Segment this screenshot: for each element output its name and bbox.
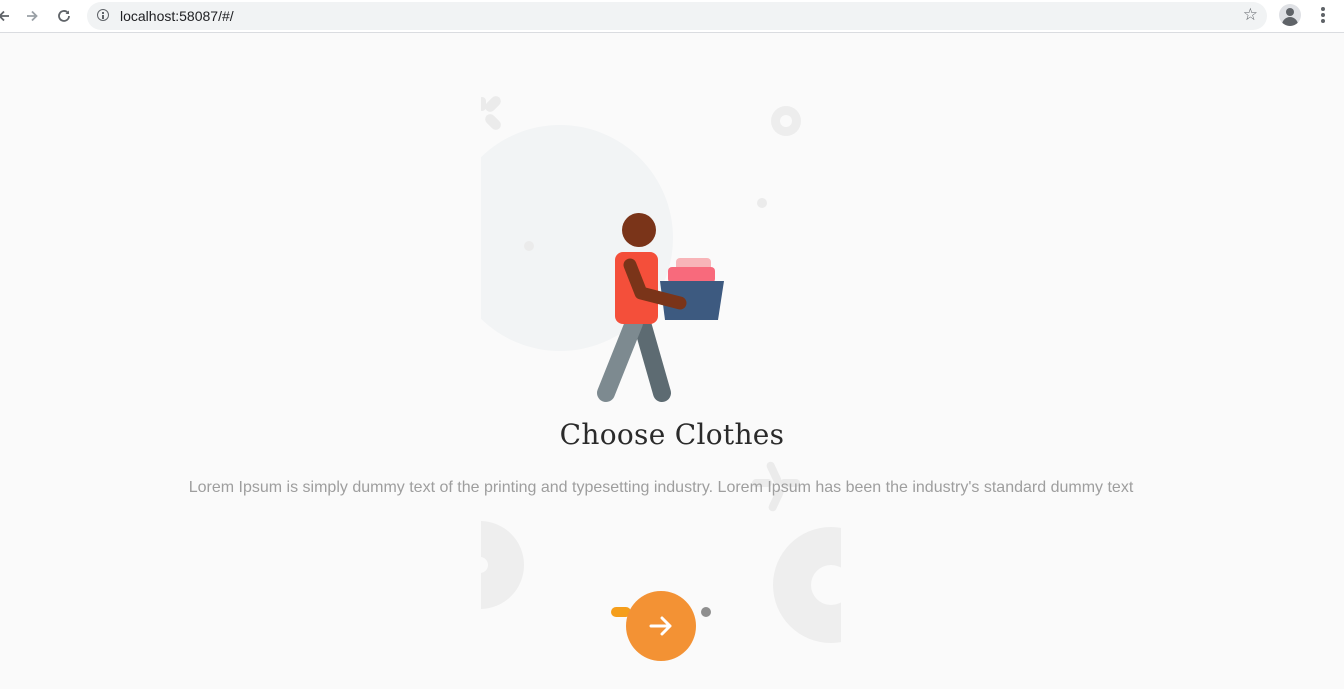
info-icon[interactable]: [97, 9, 109, 21]
url-text[interactable]: localhost:58087/#/: [120, 8, 234, 24]
pagination-dot[interactable]: [701, 607, 711, 617]
star-icon[interactable]: ☆: [1243, 5, 1258, 25]
more-vert-icon[interactable]: [1318, 7, 1328, 25]
account-icon[interactable]: [1279, 4, 1301, 26]
slide-description: Lorem Ipsum is simply dummy text of the …: [188, 479, 1134, 496]
arrow-right-icon: [27, 10, 38, 22]
forward-button[interactable]: [20, 4, 44, 28]
browser-toolbar: localhost:58087/#/ ☆: [0, 0, 1344, 33]
arrow-right-icon: [649, 616, 672, 636]
laundry-illustration: [481, 96, 841, 643]
next-button[interactable]: [626, 591, 696, 661]
slide-title: Choose Clothes: [559, 418, 785, 451]
address-bar[interactable]: localhost:58087/#/ ☆: [87, 2, 1267, 30]
reload-button[interactable]: [52, 4, 76, 28]
arrow-left-icon: [0, 10, 9, 22]
onboarding-screen: Choose Clothes Lorem Ipsum is simply dum…: [0, 33, 1344, 689]
reload-icon: [58, 10, 70, 22]
back-button[interactable]: [0, 4, 16, 28]
